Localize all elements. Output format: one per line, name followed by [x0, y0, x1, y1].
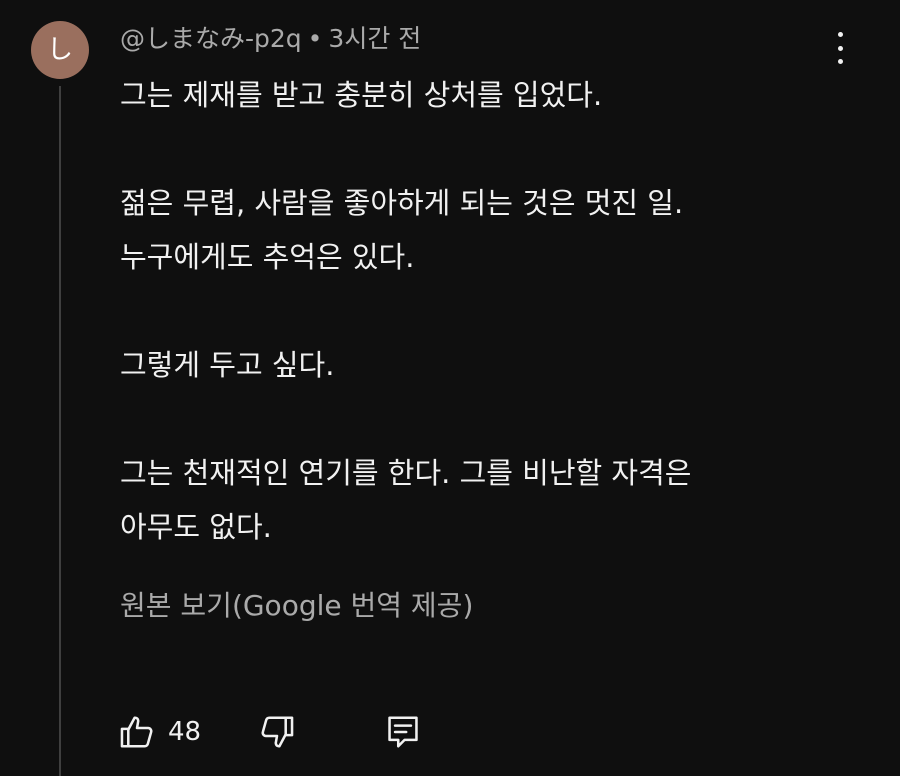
menu-dot [837, 59, 843, 64]
reply-comment-icon [384, 713, 422, 751]
timestamp[interactable]: 3시간 전 [328, 24, 421, 53]
comment-line: 젊은 무렵, 사람을 좋아하게 되는 것은 멋진 일. [120, 186, 684, 220]
thumbs-up-icon [118, 713, 156, 751]
meta-separator: • [307, 24, 323, 53]
menu-dot [837, 45, 843, 51]
comment-line: 그렇게 두고 싶다. [120, 348, 335, 382]
like-button[interactable]: 48 [118, 708, 201, 756]
comment-line: 아무도 없다. [120, 510, 272, 544]
see-original-link[interactable]: 원본 보기(Google 번역 제공) [120, 586, 473, 626]
avatar[interactable]: し [31, 21, 89, 79]
comment-body: 그는 제재를 받고 충분히 상처를 입었다. 젊은 무렵, 사람을 좋아하게 되… [120, 68, 860, 554]
comment-meta: @しまなみ-p2q • 3시간 전 [120, 22, 421, 56]
thread-line [59, 86, 61, 776]
thumbs-down-icon [258, 713, 296, 751]
avatar-letter: し [46, 35, 73, 65]
menu-dot [837, 32, 843, 37]
more-vert-icon[interactable] [824, 28, 856, 68]
like-count: 48 [168, 717, 202, 747]
comment-line: 그는 제재를 받고 충분히 상처를 입었다. [120, 78, 603, 112]
comment-line: 그는 천재적인 연기를 한다. 그를 비난할 자격은 [120, 456, 692, 490]
author-name[interactable]: @しまなみ-p2q [120, 24, 302, 53]
comment: し @しまなみ-p2q • 3시간 전 그는 제재를 받고 충분히 상처를 입었다.… [0, 0, 900, 776]
comment-line: 누구에게도 추억은 있다. [120, 240, 415, 274]
dislike-button[interactable] [258, 708, 296, 756]
reply-button[interactable] [384, 708, 422, 756]
